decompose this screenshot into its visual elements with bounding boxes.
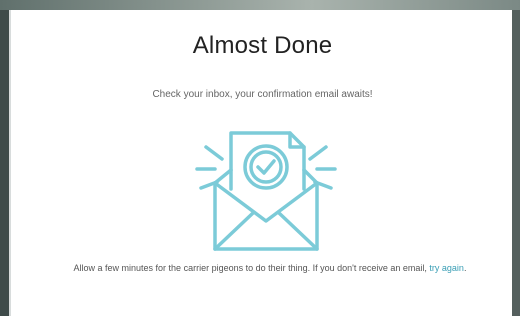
retry-note-text: Allow a few minutes for the carrier pige… <box>73 263 430 273</box>
envelope-check-icon <box>195 131 337 251</box>
background-strip <box>0 0 520 10</box>
confirmation-card: Almost Done Check your inbox, your confi… <box>9 10 512 316</box>
page-title: Almost Done <box>192 32 333 59</box>
retry-note-end: . <box>463 263 467 273</box>
window-edge-left <box>0 10 9 316</box>
try-again-link[interactable]: try again <box>429 263 464 273</box>
retry-note: Allow a few minutes for the carrier pige… <box>33 261 507 276</box>
confirmation-message: Check your inbox, your confirmation emai… <box>152 89 373 100</box>
